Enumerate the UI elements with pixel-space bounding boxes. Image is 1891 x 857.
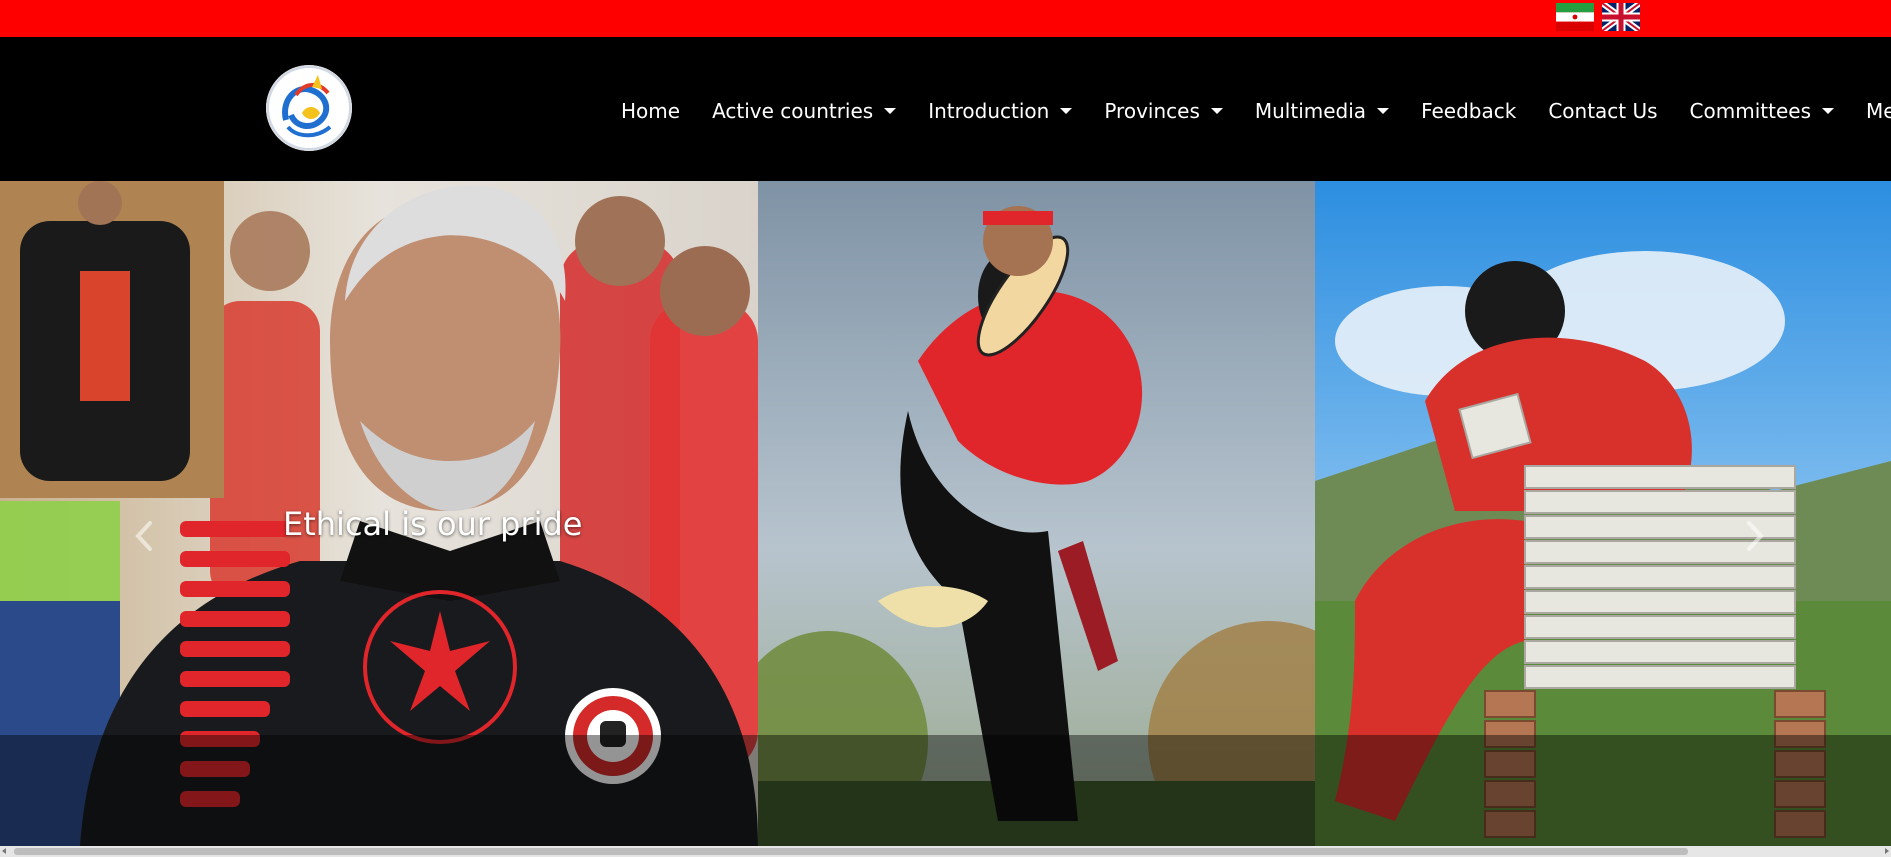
caret-down-icon [1821,108,1834,114]
horizontal-scrollbar[interactable] [0,846,1891,857]
nav-item-active-countries[interactable]: Active countries [712,99,897,123]
hero-carousel: Ethical is our pride [0,181,1891,846]
scroll-left-icon[interactable] [2,848,6,854]
chevron-right-icon[interactable] [1735,511,1775,561]
nav-item-introduction[interactable]: Introduction [928,99,1073,123]
nav-item-provinces[interactable]: Provinces [1104,99,1223,123]
nav-item-contact-us[interactable]: Contact Us [1548,99,1657,123]
nav-item-label: Media [1865,99,1891,123]
main-nav: Home Active countries Introduction Province… [621,99,1891,123]
nav-item-home[interactable]: Home [621,99,680,123]
nav-item-label: Active countries [712,99,874,123]
nav-item-label: Introduction [928,99,1050,123]
nav-item-feedback[interactable]: Feedback [1421,99,1516,123]
nav-item-multimedia[interactable]: Multimedia [1254,99,1390,123]
caret-down-icon [1210,108,1223,114]
caret-down-icon [884,108,897,114]
nav-item-media[interactable]: Media [1866,99,1891,123]
uk-flag-icon[interactable] [1600,0,1642,34]
scroll-right-icon[interactable] [1885,848,1889,854]
caret-down-icon [1060,108,1073,114]
iran-flag-icon[interactable] [1556,3,1594,31]
nav-item-label: Committees [1689,99,1811,123]
chevron-left-icon[interactable] [124,511,164,561]
top-bar [0,0,1891,37]
carousel-caption: Ethical is our pride [283,505,583,543]
carousel-caption-band [0,735,1891,846]
nav-item-label: Contact Us [1548,99,1658,123]
site-logo[interactable] [266,65,352,151]
nav-item-label: Home [621,99,681,123]
main-navbar: Home Active countries Introduction Province… [0,37,1891,181]
nav-item-label: Provinces [1104,99,1200,123]
nav-item-committees[interactable]: Committees [1690,99,1834,123]
nav-item-label: Multimedia [1254,99,1367,123]
scrollbar-thumb[interactable] [14,848,1688,855]
caret-down-icon [1377,108,1390,114]
nav-item-label: Feedback [1421,99,1517,123]
